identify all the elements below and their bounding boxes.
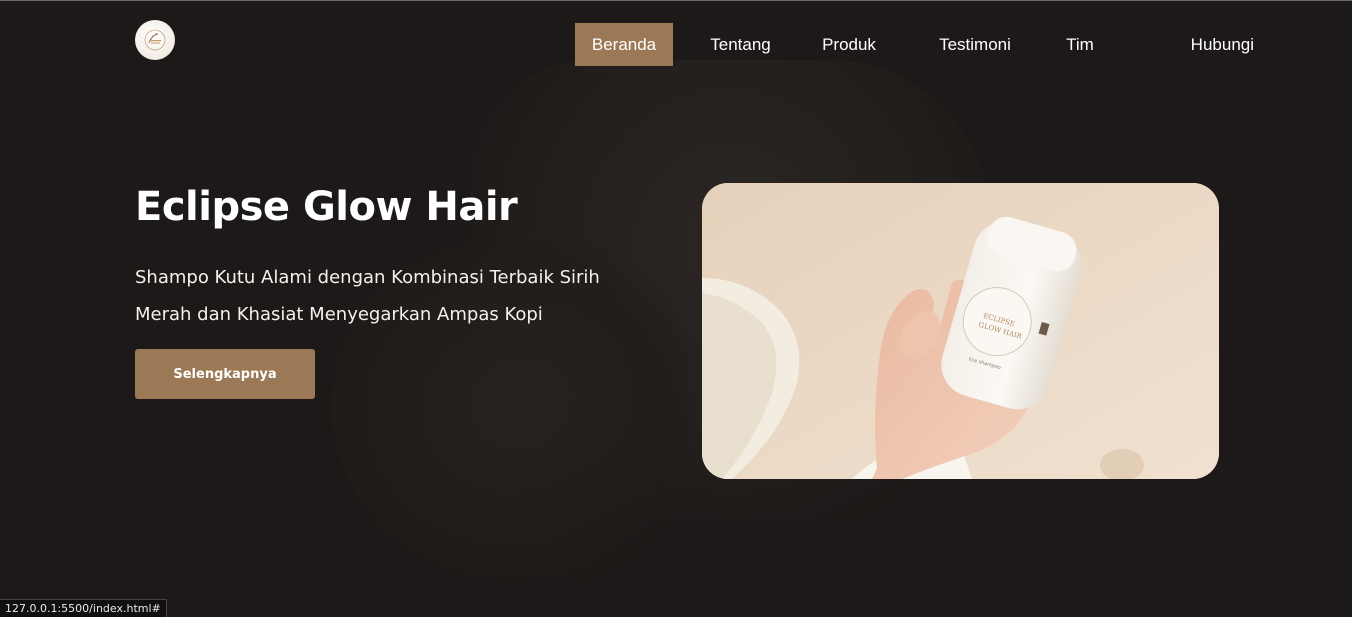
- nav-item-produk[interactable]: Produk: [808, 23, 890, 66]
- main-nav: Beranda Tentang Produk Testimoni Tim Hub…: [575, 23, 1255, 66]
- brand-logo[interactable]: [135, 20, 175, 60]
- hero-title: Eclipse Glow Hair: [135, 184, 518, 230]
- product-photo-icon: ECLIPSE GLOW HAIR lice shampoo: [702, 183, 1219, 479]
- hero-product-image: ECLIPSE GLOW HAIR lice shampoo: [702, 183, 1219, 479]
- nav-item-hubungi[interactable]: Hubungi: [1100, 23, 1255, 66]
- window-top-border: [0, 0, 1352, 1]
- nav-item-tentang[interactable]: Tentang: [673, 23, 808, 66]
- nav-item-beranda[interactable]: Beranda: [575, 23, 673, 66]
- browser-status-url: 127.0.0.1:5500/index.html#: [0, 599, 167, 617]
- read-more-button[interactable]: Selengkapnya: [135, 349, 315, 399]
- hero-subtitle: Shampo Kutu Alami dengan Kombinasi Terba…: [135, 267, 600, 325]
- nav-item-tim[interactable]: Tim: [1060, 23, 1100, 66]
- eclipse-glow-hair-logo-icon: [144, 29, 166, 51]
- nav-item-testimoni[interactable]: Testimoni: [890, 23, 1060, 66]
